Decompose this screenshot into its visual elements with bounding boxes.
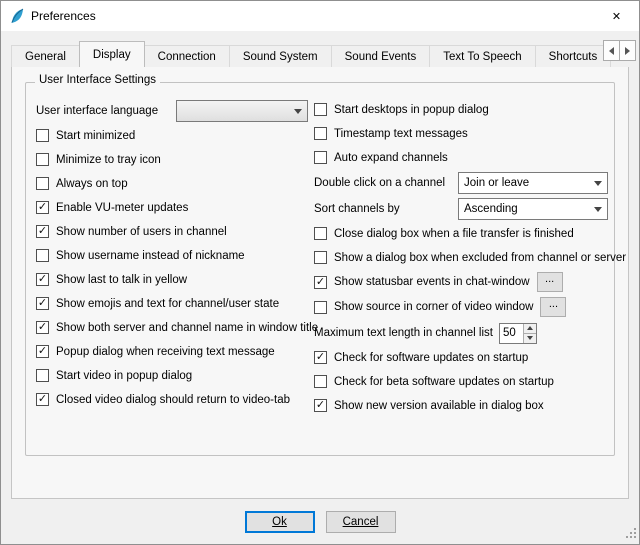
tab-shortcuts[interactable]: Shortcuts [535,45,612,67]
sort-channels-label: Sort channels by [314,203,400,215]
sort-channels-row: Sort channels by Ascending [314,198,608,220]
settings-columns: User interface language Start minimized … [36,100,608,447]
checkbox-box[interactable]: ✓ [36,345,49,358]
checkbox-show-user-count[interactable]: ✓ Show number of users in channel [36,222,308,241]
scroll-left-icon [609,47,614,55]
scroll-right-icon [625,47,630,55]
combo-arrow-icon [294,109,302,114]
checkbox-box[interactable] [314,227,327,240]
checkbox-start-video-popup[interactable]: Start video in popup dialog [36,366,308,385]
checkbox-box[interactable] [314,103,327,116]
checkbox-vu-meter-updates[interactable]: ✓ Enable VU-meter updates [36,198,308,217]
checkbox-close-dialog-file-transfer[interactable]: Close dialog box when a file transfer is… [314,224,608,243]
sort-channels-select[interactable]: Ascending [458,198,608,220]
checkbox-box[interactable] [314,375,327,388]
language-label: User interface language [36,105,158,117]
spinner-buttons [523,324,536,343]
checkbox-box[interactable] [36,153,49,166]
tab-text-to-speech[interactable]: Text To Speech [429,45,535,67]
checkbox-box[interactable]: ✓ [36,393,49,406]
close-button[interactable]: ✕ [594,1,639,31]
ok-button[interactable]: Ok [245,511,315,533]
double-click-select[interactable]: Join or leave [458,172,608,194]
checkbox-dialog-when-excluded[interactable]: Show a dialog box when excluded from cha… [314,248,608,267]
checkbox-box[interactable] [314,127,327,140]
tab-general[interactable]: General [11,45,80,67]
checkbox-video-source-corner[interactable] [314,301,327,314]
spin-down-button[interactable] [524,333,536,343]
checkbox-last-to-talk-yellow[interactable]: ✓ Show last to talk in yellow [36,270,308,289]
checkbox-box[interactable]: ✓ [36,297,49,310]
checkbox-emojis-and-text[interactable]: ✓ Show emojis and text for channel/user … [36,294,308,313]
checkbox-start-minimized[interactable]: Start minimized [36,126,308,145]
checkbox-box[interactable]: ✓ [36,201,49,214]
checkbox-check-updates[interactable]: ✓ Check for software updates on startup [314,348,608,367]
checkbox-box[interactable] [36,177,49,190]
cancel-button[interactable]: Cancel [326,511,396,533]
checkbox-box[interactable] [36,249,49,262]
checkbox-box[interactable]: ✓ [36,273,49,286]
checkbox-start-desktops-popup[interactable]: Start desktops in popup dialog [314,100,608,119]
dialog-footer: Ok Cancel [1,499,639,544]
group-title: User Interface Settings [35,74,160,86]
checkbox-box[interactable]: ✓ [36,321,49,334]
tab-scroll-right-button[interactable] [619,40,636,61]
spin-down-icon [527,336,533,340]
tab-scroll-left-button[interactable] [603,40,620,61]
checkbox-box[interactable]: ✓ [314,351,327,364]
checkbox-check-beta-updates[interactable]: Check for beta software updates on start… [314,372,608,391]
checkbox-always-on-top[interactable]: Always on top [36,174,308,193]
language-row: User interface language [36,100,308,122]
checkbox-new-version-dialog[interactable]: ✓ Show new version available in dialog b… [314,396,608,415]
combo-arrow-icon [594,207,602,212]
language-select[interactable] [176,100,308,122]
window-title: Preferences [31,9,594,23]
preferences-window: Preferences ✕ General Display Connection… [0,0,640,545]
checkbox-timestamp-messages[interactable]: Timestamp text messages [314,124,608,143]
checkbox-box[interactable]: ✓ [314,399,327,412]
max-text-length-value[interactable]: 50 [500,324,523,343]
max-text-length-spinner[interactable]: 50 [499,323,537,344]
checkbox-box[interactable]: ✓ [36,225,49,238]
double-click-row: Double click on a channel Join or leave [314,172,608,194]
video-source-more-button[interactable]: ... [540,297,566,317]
checkbox-box[interactable] [314,251,327,264]
resize-grip[interactable] [625,527,637,542]
tab-connection[interactable]: Connection [144,45,230,67]
left-column: User interface language Start minimized … [36,100,308,447]
checkbox-minimize-to-tray[interactable]: Minimize to tray icon [36,150,308,169]
tab-list: General Display Connection Sound System … [11,39,629,67]
checkbox-server-channel-in-title[interactable]: ✓ Show both server and channel name in w… [36,318,308,337]
combo-arrow-icon [594,181,602,186]
titlebar: Preferences ✕ [1,1,639,31]
spin-up-icon [527,326,533,330]
checkbox-statusbar-events[interactable]: ✓ [314,276,327,289]
statusbar-events-more-button[interactable]: ... [537,272,563,292]
display-tab-page: User Interface Settings User interface l… [11,66,629,499]
tab-sound-system[interactable]: Sound System [229,45,332,67]
tab-strip: General Display Connection Sound System … [1,31,639,67]
tab-display[interactable]: Display [79,41,145,67]
checkbox-auto-expand-channels[interactable]: Auto expand channels [314,148,608,167]
checkbox-closed-video-return-tab[interactable]: ✓ Closed video dialog should return to v… [36,390,308,409]
double-click-label: Double click on a channel [314,177,445,189]
app-icon [9,8,25,24]
right-column: Start desktops in popup dialog Timestamp… [314,100,608,447]
spin-up-button[interactable] [524,324,536,333]
checkbox-box[interactable] [36,129,49,142]
checkbox-box[interactable] [314,151,327,164]
video-source-row: Show source in corner of video window ..… [314,297,608,317]
max-text-length-row: Maximum text length in channel list 50 [314,322,608,344]
tab-scroll-control [603,40,636,61]
checkbox-box[interactable] [36,369,49,382]
tab-sound-events[interactable]: Sound Events [331,45,431,67]
max-text-length-label: Maximum text length in channel list [314,327,493,339]
checkbox-username-instead-nickname[interactable]: Show username instead of nickname [36,246,308,265]
statusbar-events-row: ✓ Show statusbar events in chat-window .… [314,272,608,292]
user-interface-settings-group: User Interface Settings User interface l… [25,82,615,456]
checkbox-popup-text-message[interactable]: ✓ Popup dialog when receiving text messa… [36,342,308,361]
